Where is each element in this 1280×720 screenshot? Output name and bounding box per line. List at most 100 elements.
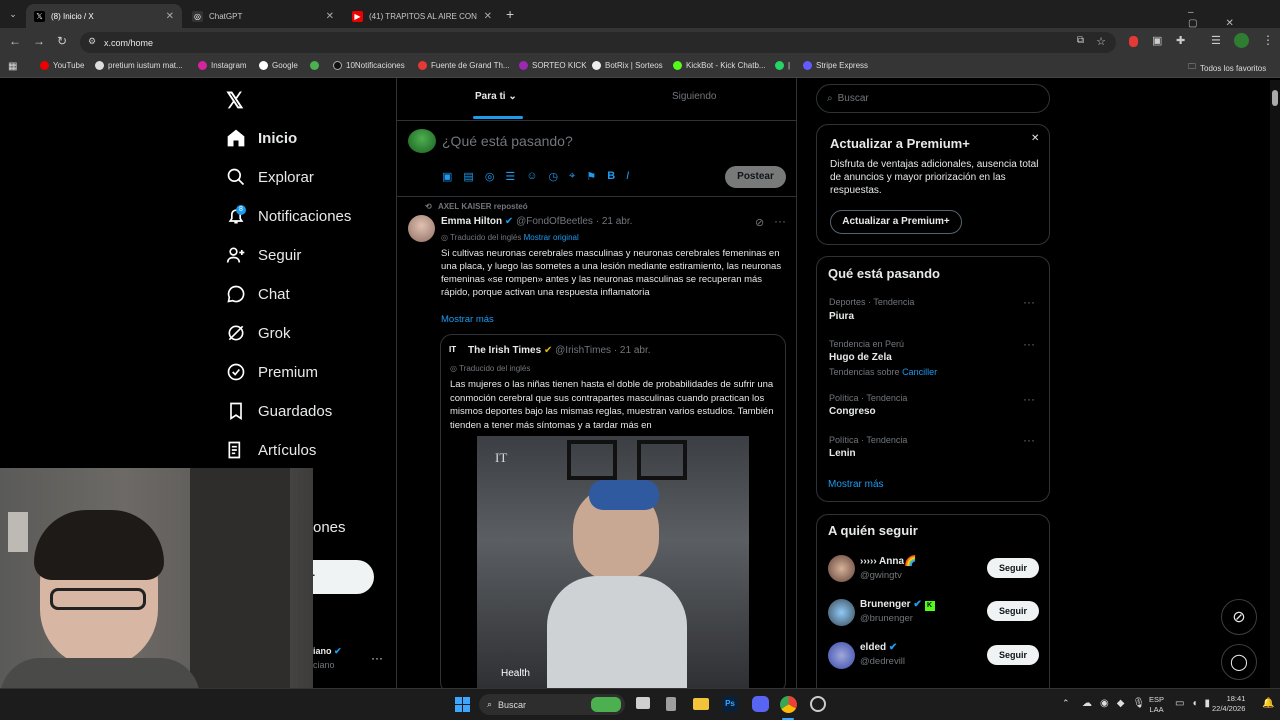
close-icon[interactable]: ✕: [1031, 133, 1039, 144]
emoji-icon[interactable]: ☺: [526, 170, 537, 183]
bookmark-pretium[interactable]: pretium iustum mat...: [95, 61, 183, 70]
scrollbar-thumb[interactable]: [1272, 90, 1278, 106]
close-tab-icon[interactable]: ✕: [326, 11, 334, 22]
trend-more-icon[interactable]: ···: [1023, 392, 1035, 406]
avatar[interactable]: [828, 642, 855, 669]
bookmark-botrix[interactable]: BotRix | Sorteos: [592, 61, 663, 70]
tab-youtube[interactable]: ▶ (41) TRAPITOS AL AIRE CON CA ✕: [344, 4, 500, 28]
tray-chevron-icon[interactable]: ⌃: [1062, 698, 1070, 709]
url-input[interactable]: ⚙ x.com/home ⧉ ☆: [80, 32, 1116, 53]
grok-tweet-icon[interactable]: ⊘: [755, 216, 764, 229]
media-icon[interactable]: ▣: [442, 170, 452, 183]
taskbar-search[interactable]: ⌕ Buscar: [479, 694, 625, 715]
flag-icon[interactable]: ⚑: [586, 170, 596, 183]
nav-premium[interactable]: Premium: [226, 362, 318, 382]
trends-show-more[interactable]: Mostrar más: [828, 479, 884, 490]
nav-grok[interactable]: Grok: [226, 323, 291, 343]
search-input[interactable]: ⌕ Buscar: [816, 84, 1050, 113]
nav-articulos[interactable]: Artículos: [226, 440, 316, 460]
extension-icon[interactable]: ▣: [1152, 34, 1162, 47]
clock[interactable]: 18:41 22/4/2026: [1212, 694, 1245, 714]
nav-chat[interactable]: Chat: [226, 284, 290, 304]
trend-more-icon[interactable]: ···: [1023, 295, 1035, 309]
bookmark-instagram[interactable]: Instagram: [198, 61, 247, 70]
tab-chatgpt[interactable]: ◎ ChatGPT ✕: [184, 4, 342, 28]
bookmark-stripe[interactable]: Stripe Express: [803, 61, 868, 70]
bookmark-extra-icon[interactable]: [310, 61, 323, 70]
premium-upgrade-button[interactable]: Actualizar a Premium+: [830, 210, 962, 234]
avatar[interactable]: [828, 599, 855, 626]
trend-related-link[interactable]: Canciller: [902, 367, 937, 377]
nav-explorar[interactable]: Explorar: [226, 167, 314, 187]
grok-compose-icon[interactable]: ◎: [485, 170, 495, 183]
bookmark-grand-theft[interactable]: Fuente de Grand Th...: [418, 61, 510, 70]
trend-more-icon[interactable]: ···: [1023, 337, 1035, 351]
messages-float-button[interactable]: ◯: [1221, 644, 1257, 680]
x-logo-icon[interactable]: 𝕏: [226, 88, 244, 114]
tab-siguiendo[interactable]: Siguiendo: [672, 91, 716, 102]
reload-icon[interactable]: ↻: [57, 34, 67, 48]
bold-icon[interactable]: B: [607, 170, 615, 183]
profile-avatar[interactable]: [1234, 33, 1249, 48]
nav-seguir[interactable]: Seguir: [226, 245, 301, 265]
nav-guardados[interactable]: Guardados: [226, 401, 332, 421]
start-icon[interactable]: [455, 697, 470, 712]
taskview-icon[interactable]: [636, 697, 650, 709]
show-original-link[interactable]: Mostrar original: [524, 233, 579, 242]
author-handle[interactable]: @FondOfBeetles · 21 abr.: [516, 216, 632, 227]
nav-more-partial[interactable]: ones: [313, 519, 346, 536]
show-more-link[interactable]: Mostrar más: [441, 314, 494, 325]
account-name-partial[interactable]: iano ✔: [313, 646, 342, 657]
bookmark-google[interactable]: Google: [259, 61, 298, 70]
close-tab-icon[interactable]: ✕: [166, 11, 174, 22]
italic-icon[interactable]: I: [626, 170, 629, 183]
bookmark-youtube[interactable]: YouTube: [40, 61, 84, 70]
author-name[interactable]: Emma Hilton: [441, 216, 502, 227]
gif-icon[interactable]: ▤: [463, 170, 473, 183]
bookmark-kickbot[interactable]: KickBot - Kick Chatb...: [673, 61, 766, 70]
tab-para-ti[interactable]: Para ti ⌄: [397, 78, 627, 120]
quote-author-name[interactable]: The Irish Times: [468, 345, 541, 356]
page-scrollbar[interactable]: [1270, 80, 1280, 688]
star-icon[interactable]: ☆: [1096, 35, 1106, 48]
puzzle-icon[interactable]: ✚: [1176, 34, 1185, 47]
photoshop-icon[interactable]: Ps: [722, 696, 738, 712]
all-favorites[interactable]: 🗀 Todos los favoritos: [1188, 61, 1266, 75]
author-avatar[interactable]: [408, 215, 435, 242]
compose-avatar[interactable]: [408, 129, 436, 153]
language-indicator[interactable]: ESP LAA: [1149, 695, 1164, 715]
follow-button[interactable]: Seguir: [987, 601, 1039, 621]
app-icon[interactable]: [666, 697, 676, 711]
quote-image[interactable]: IT Health: [477, 436, 749, 693]
forward-icon[interactable]: →: [33, 34, 45, 48]
site-info-icon[interactable]: ⚙: [88, 36, 96, 47]
install-icon[interactable]: ⧉: [1077, 35, 1084, 46]
post-button[interactable]: Postear: [725, 166, 786, 188]
network-volume-battery-icons[interactable]: ▭◖▮: [1175, 698, 1217, 709]
follow-button[interactable]: Seguir: [987, 645, 1039, 665]
compose-input[interactable]: ¿Qué está pasando?: [442, 133, 573, 149]
obs-icon[interactable]: [810, 696, 826, 712]
menu-icon[interactable]: ⋮: [1262, 33, 1274, 47]
quote-author-handle[interactable]: @IrishTimes · 21 abr.: [555, 345, 650, 356]
close-tab-icon[interactable]: ✕: [484, 11, 492, 22]
poll-icon[interactable]: ☰: [505, 170, 515, 183]
chrome-icon[interactable]: [780, 696, 797, 713]
trend-more-icon[interactable]: ···: [1023, 433, 1035, 447]
apps-icon[interactable]: ▦: [8, 61, 17, 72]
tab-x-home[interactable]: 𝕏 (8) Inicio / X ✕: [26, 4, 182, 28]
explorer-icon[interactable]: [693, 698, 709, 710]
bookmark-whatsapp[interactable]: |: [775, 61, 790, 70]
extension-red-icon[interactable]: [1129, 36, 1138, 47]
bookmark-sorteo-kick[interactable]: SORTEO KICK: [519, 61, 587, 70]
location-icon[interactable]: ⌖: [569, 170, 575, 183]
tab-search-icon[interactable]: ⌄: [6, 7, 20, 21]
tweet-more-icon[interactable]: ···: [774, 214, 786, 228]
discord-icon[interactable]: [752, 696, 769, 712]
tray-icons[interactable]: ☁◉◆🎙: [1082, 698, 1153, 709]
nav-inicio[interactable]: Inicio: [226, 128, 297, 148]
account-more-icon[interactable]: ···: [371, 651, 383, 665]
avatar[interactable]: [828, 555, 855, 582]
notification-bell-icon[interactable]: 🔔: [1262, 698, 1274, 709]
schedule-icon[interactable]: ◷: [549, 170, 559, 183]
